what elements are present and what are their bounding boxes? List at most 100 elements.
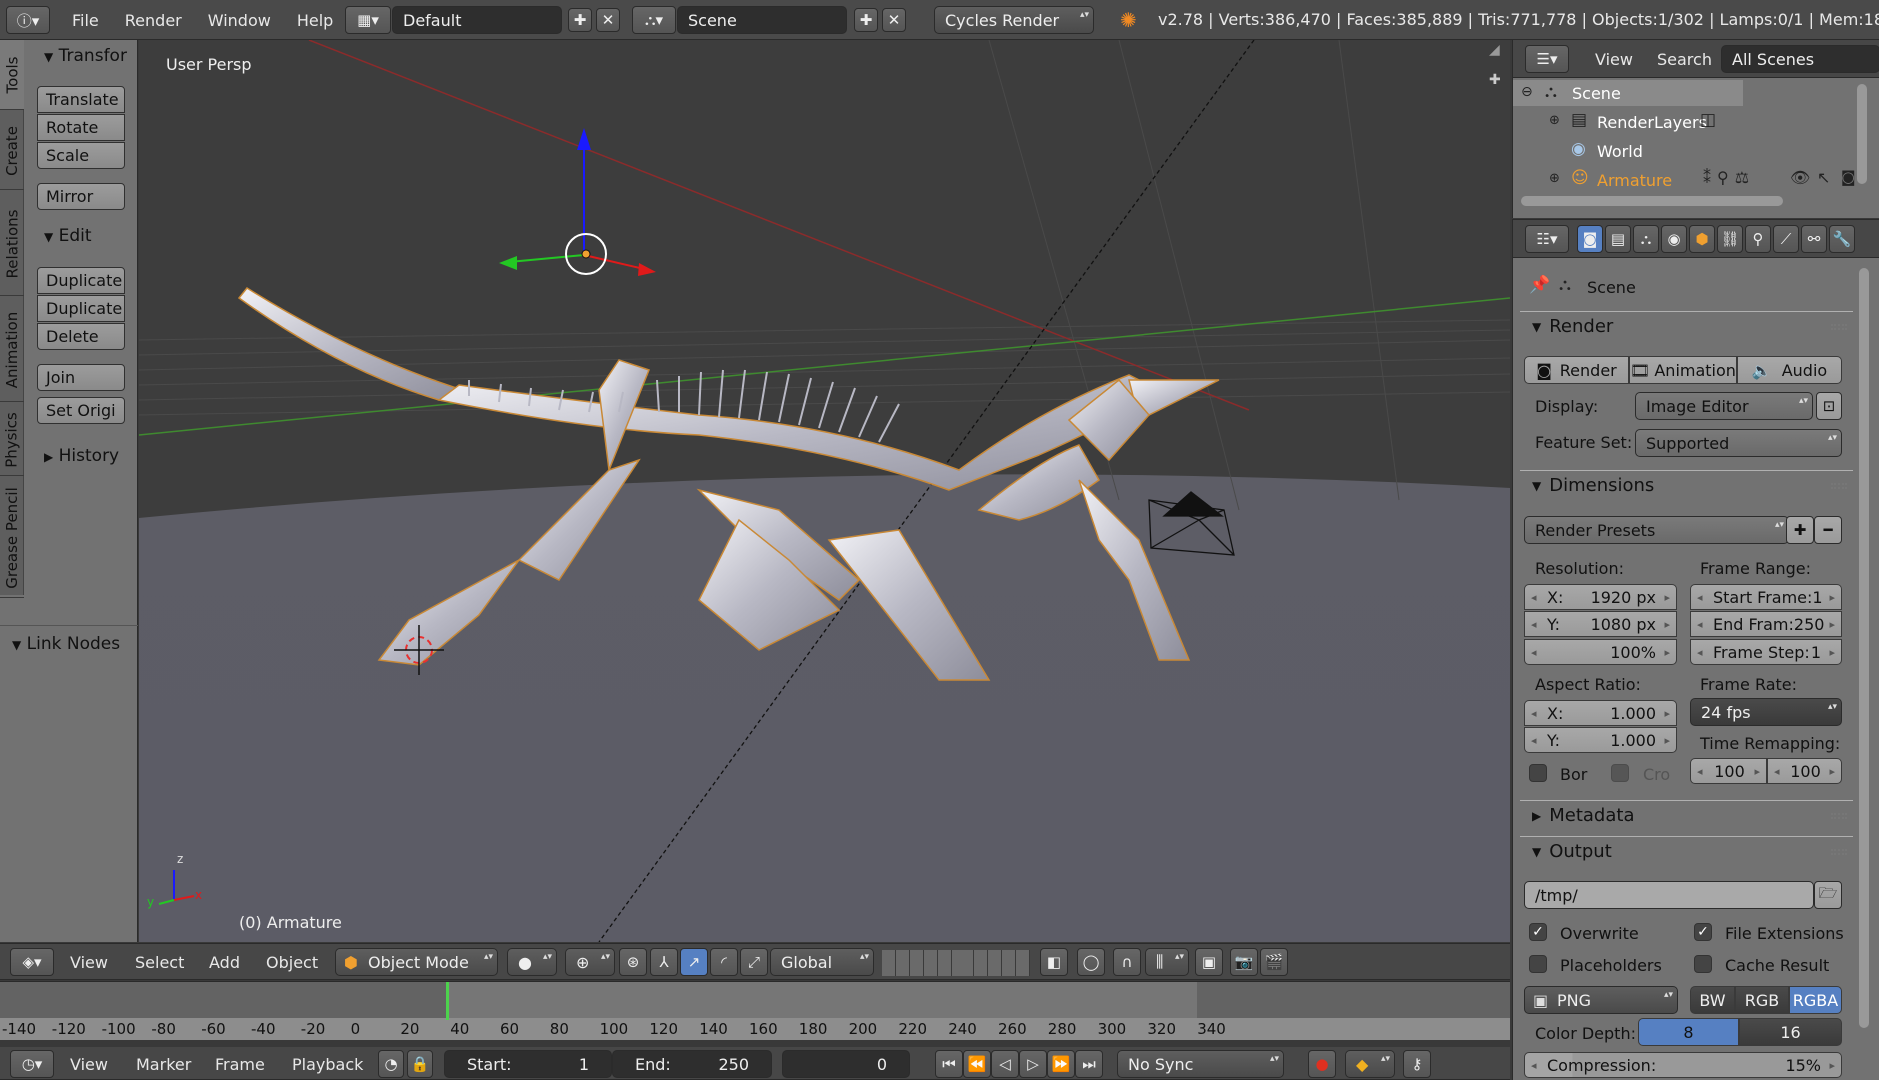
outliner-item-scene[interactable]: Scene [1572, 84, 1621, 103]
collapse-icon[interactable]: ⊖ [1521, 84, 1533, 100]
cache-result-checkbox[interactable] [1694, 955, 1712, 973]
placeholders-checkbox[interactable] [1529, 955, 1547, 973]
dimensions-panel-header[interactable]: ▼ Dimensions [1520, 470, 1853, 500]
render-panel-header[interactable]: ▼ Render [1520, 311, 1853, 341]
resolution-percentage-slider[interactable]: 100% [1524, 639, 1677, 665]
selectable-cursor-icon[interactable]: ↖ [1817, 168, 1830, 187]
expand-icon[interactable]: ⊕ [1549, 113, 1560, 128]
render-layer-toggle-icon[interactable]: ◫ [1700, 110, 1716, 130]
pin-icon[interactable]: 📌 [1529, 275, 1550, 295]
resolution-x-field[interactable]: X:1920 px [1524, 584, 1677, 610]
next-keyframe-button[interactable]: ⏩ [1047, 1050, 1075, 1078]
timeline-menu-view[interactable]: View [60, 1050, 118, 1078]
preview-range-button[interactable]: ◔ [378, 1050, 404, 1078]
metadata-panel-header[interactable]: ▶ Metadata [1520, 800, 1853, 830]
color-mode-bw[interactable]: BW [1690, 986, 1735, 1014]
lock-range-button[interactable]: 🔒 [407, 1050, 433, 1078]
set-origin-dropdown[interactable]: Set Origi [37, 397, 125, 424]
aspect-x-field[interactable]: X:1.000 [1524, 700, 1677, 726]
remove-preset-button[interactable]: ━ [1814, 516, 1842, 544]
keying-set-button[interactable]: ⚷ [1403, 1050, 1431, 1078]
play-reverse-button[interactable]: ◁ [991, 1050, 1019, 1078]
duplicate-linked-button[interactable]: Duplicate [37, 295, 125, 322]
transform-orientation-dropdown[interactable]: Global [770, 948, 874, 976]
menu-file[interactable]: File [62, 6, 109, 34]
render-audio-button[interactable]: 🔈 Audio [1737, 356, 1842, 384]
constraints-context-tab[interactable]: ⛓ [1717, 225, 1743, 253]
lock-camera-button[interactable]: ◧ [1040, 948, 1068, 976]
lock-interface-button[interactable]: ⊡ [1816, 392, 1842, 420]
outliner-item-world[interactable]: World [1597, 142, 1643, 161]
mirror-button[interactable]: Mirror [37, 183, 125, 210]
outliner-menu-view[interactable]: View [1585, 45, 1643, 73]
timeline-area[interactable]: -140 -120 -100 -80 -60 -40 -20 0 20 40 60 80 100 120 1… [0, 981, 1510, 1040]
current-frame-indicator[interactable] [446, 982, 449, 1020]
color-mode-rgb[interactable]: RGB [1735, 986, 1789, 1014]
transform-panel-header[interactable]: ▼ Transfor [44, 46, 127, 66]
snap-toggle-button[interactable]: ∩ [1113, 948, 1141, 976]
render-button[interactable]: ◙ Render [1524, 356, 1629, 384]
timeline-menu-playback[interactable]: Playback [282, 1050, 373, 1078]
play-button[interactable]: ▷ [1019, 1050, 1047, 1078]
end-frame-field[interactable]: End: 250 [612, 1050, 772, 1078]
outliner-display-dropdown[interactable]: All Scenes [1721, 45, 1879, 73]
menu-add[interactable]: Add [199, 948, 250, 976]
start-frame-field[interactable]: Start: 1 [444, 1050, 612, 1078]
add-scene-button[interactable]: ✚ [854, 8, 878, 32]
menu-window[interactable]: Window [198, 6, 281, 34]
scene-context-tab[interactable]: ⛬ [1633, 225, 1659, 253]
add-preset-button[interactable]: ✚ [1786, 516, 1814, 544]
start-frame-field[interactable]: Start Frame:1 [1690, 584, 1842, 610]
render-engine-dropdown[interactable]: Cycles Render [934, 6, 1094, 34]
menu-object[interactable]: Object [256, 948, 328, 976]
tab-animation[interactable]: Animation [0, 298, 24, 402]
jump-start-button[interactable]: ⏮ [935, 1050, 963, 1078]
crop-checkbox[interactable] [1611, 764, 1629, 782]
add-layout-button[interactable]: ✚ [568, 8, 592, 32]
tab-grease-pencil[interactable]: Grease Pencil [0, 478, 24, 598]
render-layers-context-tab[interactable]: ▤ [1605, 225, 1631, 253]
menu-view[interactable]: View [60, 948, 118, 976]
editor-type-outliner-button[interactable]: ☰▾ [1525, 45, 1569, 73]
file-format-dropdown[interactable]: ▣ PNG [1524, 986, 1678, 1014]
object-mode-dropdown[interactable]: ⬢ Object Mode [335, 948, 498, 976]
end-frame-field[interactable]: End Fram:250 [1690, 611, 1842, 637]
sync-mode-dropdown[interactable]: No Sync [1117, 1050, 1284, 1078]
render-animation-button[interactable]: 🎬 [1260, 948, 1288, 976]
menu-help[interactable]: Help [287, 6, 343, 34]
editor-type-3dview-button[interactable]: ◈▾ [10, 948, 54, 976]
auto-keying-button[interactable]: ● [1308, 1050, 1336, 1078]
delete-layout-button[interactable]: ✕ [596, 8, 620, 32]
join-button[interactable]: Join [37, 364, 125, 391]
editor-type-properties-button[interactable]: ☷▾ [1525, 225, 1569, 253]
render-still-button[interactable]: 📷 [1230, 948, 1258, 976]
world-context-tab[interactable]: ◉ [1661, 225, 1687, 253]
3d-viewport[interactable]: z x y User Persp (0) Armature ✚ ◢ [139, 40, 1510, 942]
drag-grip-icon[interactable] [1831, 483, 1847, 489]
pivot-point-dropdown[interactable]: ⊕ [565, 948, 615, 976]
edit-panel-header[interactable]: ▼ Edit [44, 226, 92, 246]
rotate-button[interactable]: Rotate [37, 114, 125, 141]
bone-constraints-context-tab[interactable]: ⚯ [1801, 225, 1827, 253]
screen-layout-icon-button[interactable]: ▦▾ [345, 6, 391, 34]
prev-keyframe-button[interactable]: ⏪ [963, 1050, 991, 1078]
overwrite-checkbox[interactable]: ✓ [1529, 923, 1547, 941]
physics-context-tab[interactable]: 🔧 [1829, 225, 1855, 253]
drag-grip-icon[interactable] [1831, 849, 1847, 855]
editor-type-timeline-button[interactable]: ◷▾ [10, 1050, 54, 1078]
drag-grip-icon[interactable] [1831, 324, 1847, 330]
drag-grip-icon[interactable] [1831, 813, 1847, 819]
tab-create[interactable]: Create [0, 112, 24, 190]
link-nodes-panel-header[interactable]: ▼ Link Nodes [12, 634, 120, 654]
color-mode-rgba[interactable]: RGBA [1789, 986, 1842, 1014]
time-remap-new-field[interactable]: 100 [1767, 758, 1842, 784]
outliner-vscrollbar[interactable] [1857, 84, 1867, 184]
frame-rate-dropdown[interactable]: 24 fps [1690, 698, 1842, 726]
tab-tools[interactable]: Tools [0, 40, 24, 110]
snap-element-dropdown[interactable]: ⫼ [1145, 948, 1189, 976]
renderable-camera-icon[interactable]: ◙ [1841, 168, 1856, 186]
data-context-tab[interactable]: ⚲ [1745, 225, 1771, 253]
opengl-render-button[interactable]: ▣ [1195, 948, 1223, 976]
scene-icon-button[interactable]: ⛬▾ [632, 6, 676, 34]
compression-slider[interactable]: Compression:15% [1524, 1052, 1842, 1078]
